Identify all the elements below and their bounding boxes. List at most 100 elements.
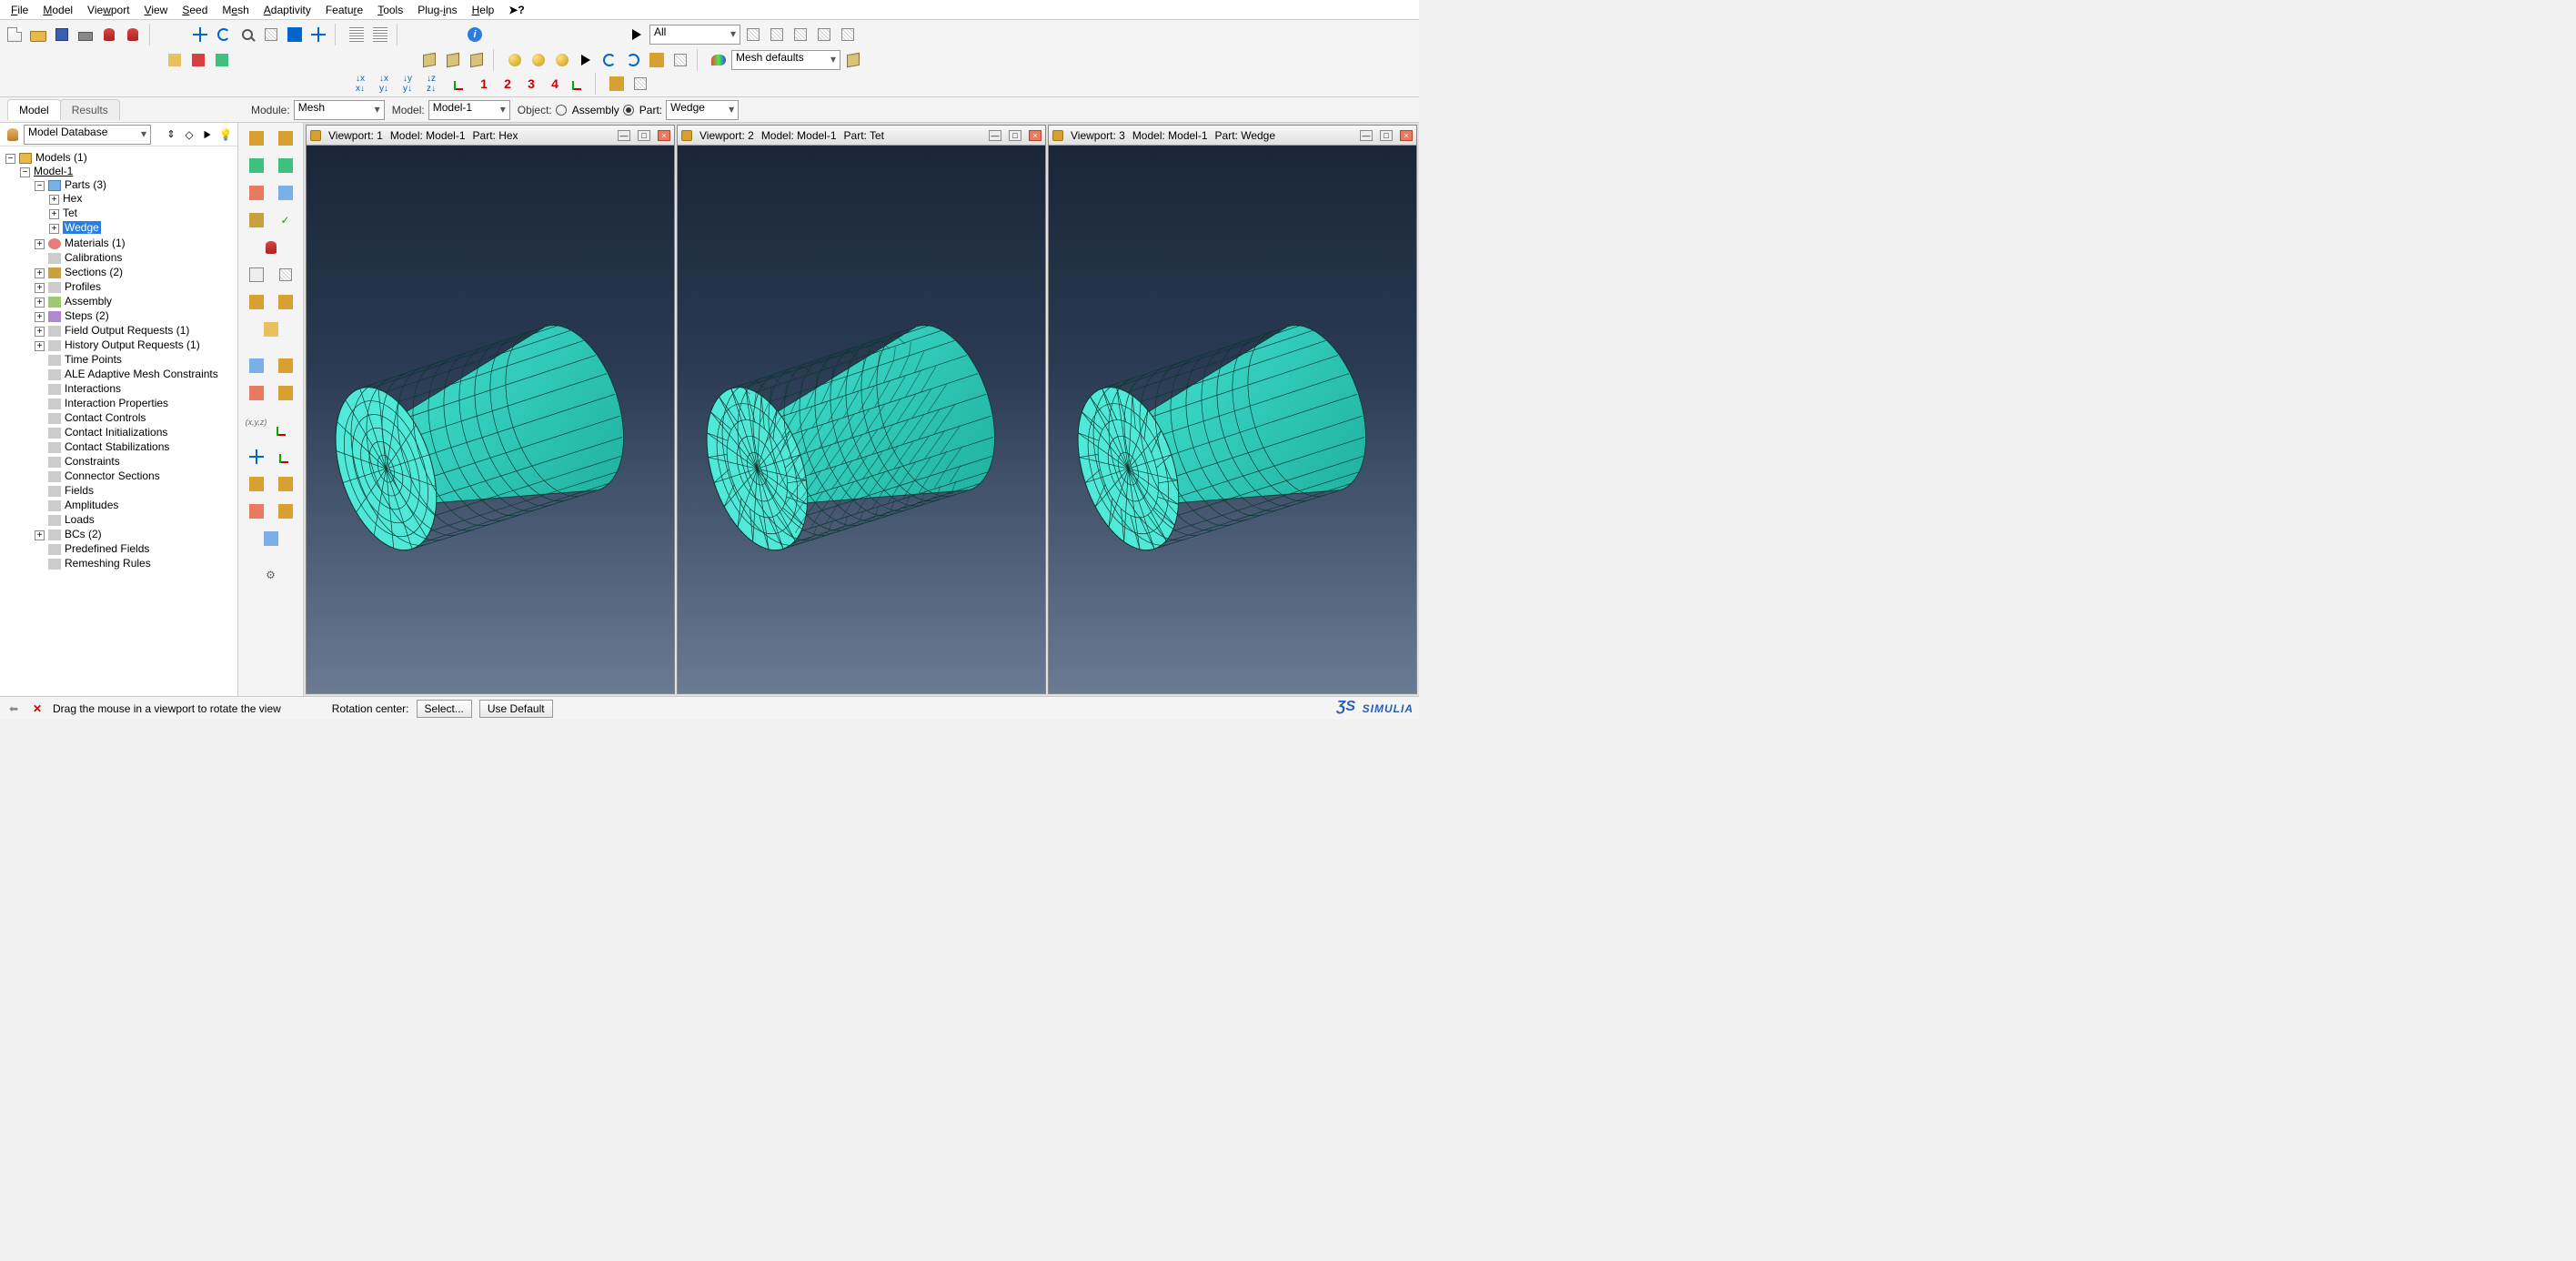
tree-parts[interactable]: Parts (3) bbox=[65, 178, 106, 191]
tree-expand-button[interactable]: ⇕ bbox=[163, 126, 179, 143]
tree-expander[interactable]: + bbox=[49, 195, 59, 205]
tree-item[interactable]: Interaction Properties bbox=[65, 397, 168, 409]
tool-d2[interactable] bbox=[273, 445, 298, 469]
status-cancel-button[interactable]: ✕ bbox=[29, 701, 45, 717]
view-1-button[interactable]: 1 bbox=[473, 73, 495, 95]
minimize-button[interactable]: — bbox=[1360, 130, 1373, 141]
tree-item[interactable]: Calibrations bbox=[65, 251, 122, 264]
tool-d5[interactable] bbox=[244, 499, 269, 523]
sphere3-button[interactable] bbox=[551, 49, 573, 71]
maximize-button[interactable]: □ bbox=[638, 130, 650, 141]
layers-button[interactable] bbox=[646, 49, 668, 71]
minimize-button[interactable]: — bbox=[989, 130, 1001, 141]
select-button[interactable]: Select... bbox=[417, 700, 472, 718]
palette-button[interactable] bbox=[708, 49, 730, 71]
viewport-titlebar[interactable]: Viewport: 2 Model: Model-1 Part: Tet — □… bbox=[678, 126, 1045, 146]
cube-drop-button[interactable] bbox=[842, 49, 864, 71]
tree-cursor-button[interactable] bbox=[199, 126, 216, 143]
tool-seed-part[interactable] bbox=[244, 126, 269, 150]
tool-d4[interactable] bbox=[273, 472, 298, 496]
pan-button[interactable] bbox=[189, 24, 211, 45]
menu-model[interactable]: Model bbox=[35, 2, 80, 18]
rotate-button[interactable] bbox=[213, 24, 235, 45]
sel-opt5-button[interactable] bbox=[837, 24, 859, 45]
iso-cube3-button[interactable] bbox=[466, 49, 488, 71]
tree-db-icon[interactable] bbox=[4, 126, 22, 144]
use-default-button[interactable]: Use Default bbox=[479, 700, 553, 718]
tool-l1[interactable] bbox=[244, 290, 269, 314]
menu-seed[interactable]: Seed bbox=[175, 2, 215, 18]
iso-cube2-button[interactable] bbox=[442, 49, 464, 71]
cursor2-button[interactable] bbox=[575, 49, 597, 71]
part-dropdown[interactable]: Wedge bbox=[666, 100, 739, 120]
menu-viewport[interactable]: Viewport bbox=[80, 2, 137, 18]
tree-item[interactable]: Contact Initializations bbox=[65, 426, 167, 439]
tool-d6[interactable] bbox=[273, 499, 298, 523]
list1-button[interactable] bbox=[346, 24, 367, 45]
tree-item[interactable]: Materials (1) bbox=[65, 237, 126, 249]
tree-part-hex[interactable]: Hex bbox=[63, 192, 82, 205]
menu-adaptivity[interactable]: Adaptivity bbox=[257, 2, 318, 18]
tree-item[interactable]: Time Points bbox=[65, 353, 122, 366]
tool-gear[interactable]: ⚙ bbox=[258, 563, 284, 587]
tree-expander[interactable]: + bbox=[35, 530, 45, 540]
tree-model-node[interactable]: Model-1 bbox=[34, 165, 73, 177]
tool-p3[interactable] bbox=[244, 381, 269, 405]
new-file-button[interactable] bbox=[4, 24, 25, 45]
close-button[interactable]: × bbox=[1400, 130, 1413, 141]
status-back-button[interactable]: ⬅ bbox=[5, 701, 22, 717]
csys-zz-button[interactable]: ↓z z↓ bbox=[426, 73, 448, 95]
tree-item[interactable]: Field Output Requests (1) bbox=[65, 324, 189, 337]
tree-expander[interactable]: + bbox=[49, 224, 59, 234]
tab-results[interactable]: Results bbox=[60, 99, 120, 120]
tree-item[interactable]: Fields bbox=[65, 484, 94, 497]
tool-d1[interactable] bbox=[244, 445, 269, 469]
model-tree[interactable]: −Models (1) −Model-1 −Parts (3) +Hex+Tet… bbox=[0, 146, 237, 696]
tree-expander[interactable]: − bbox=[20, 167, 30, 177]
tree-bulb-button[interactable]: 💡 bbox=[217, 126, 234, 143]
csys-tool1-button[interactable] bbox=[606, 73, 628, 95]
tree-item[interactable]: ALE Adaptive Mesh Constraints bbox=[65, 368, 218, 380]
menu-tools[interactable]: Tools bbox=[370, 2, 410, 18]
tool-check[interactable]: ✓ bbox=[273, 208, 298, 232]
render-hidden-button[interactable] bbox=[187, 49, 209, 71]
menu-view[interactable]: View bbox=[137, 2, 176, 18]
tree-expander[interactable]: − bbox=[35, 181, 45, 191]
tool-p1[interactable] bbox=[244, 354, 269, 378]
tool-grid[interactable] bbox=[273, 263, 298, 287]
tool-mesh-part[interactable] bbox=[244, 154, 269, 177]
menu-help[interactable]: Help bbox=[465, 2, 502, 18]
maximize-button[interactable]: □ bbox=[1009, 130, 1021, 141]
viewport-titlebar[interactable]: Viewport: 3 Model: Model-1 Part: Wedge —… bbox=[1049, 126, 1416, 146]
print-button[interactable] bbox=[75, 24, 96, 45]
csys-xx-button[interactable]: ↓x x↓ bbox=[355, 73, 377, 95]
model-dropdown[interactable]: Model-1 bbox=[428, 100, 510, 120]
menu-plugins[interactable]: Plug-ins bbox=[410, 2, 464, 18]
tree-expander[interactable]: + bbox=[35, 298, 45, 308]
open-file-button[interactable] bbox=[27, 24, 49, 45]
csys-tool2-button[interactable] bbox=[629, 73, 651, 95]
tree-expander[interactable]: − bbox=[5, 154, 15, 164]
object-part-radio[interactable] bbox=[623, 105, 634, 116]
csys-yy-button[interactable]: ↓y y↓ bbox=[402, 73, 424, 95]
close-button[interactable]: × bbox=[1029, 130, 1041, 141]
sel-opt1-button[interactable] bbox=[742, 24, 764, 45]
save-button[interactable] bbox=[51, 24, 73, 45]
info-button[interactable]: i bbox=[464, 24, 486, 45]
tree-item[interactable]: Predefined Fields bbox=[65, 542, 149, 555]
menu-file[interactable]: File bbox=[4, 2, 35, 18]
tree-part-wedge[interactable]: Wedge bbox=[63, 221, 101, 234]
tool-partition[interactable] bbox=[258, 318, 284, 341]
fit-button[interactable] bbox=[284, 24, 306, 45]
tree-item[interactable]: History Output Requests (1) bbox=[65, 338, 200, 351]
minimize-button[interactable]: — bbox=[618, 130, 630, 141]
tree-item[interactable]: Constraints bbox=[65, 455, 120, 468]
render-shaded-button[interactable] bbox=[211, 49, 233, 71]
tree-item[interactable]: BCs (2) bbox=[65, 528, 102, 540]
grid-button[interactable] bbox=[669, 49, 691, 71]
select-filter-dropdown[interactable]: All bbox=[649, 25, 740, 45]
tool-assign-controls[interactable] bbox=[244, 181, 269, 205]
tree-expander[interactable]: + bbox=[35, 341, 45, 351]
tree-expander[interactable]: + bbox=[35, 312, 45, 322]
tool-d3[interactable] bbox=[244, 472, 269, 496]
